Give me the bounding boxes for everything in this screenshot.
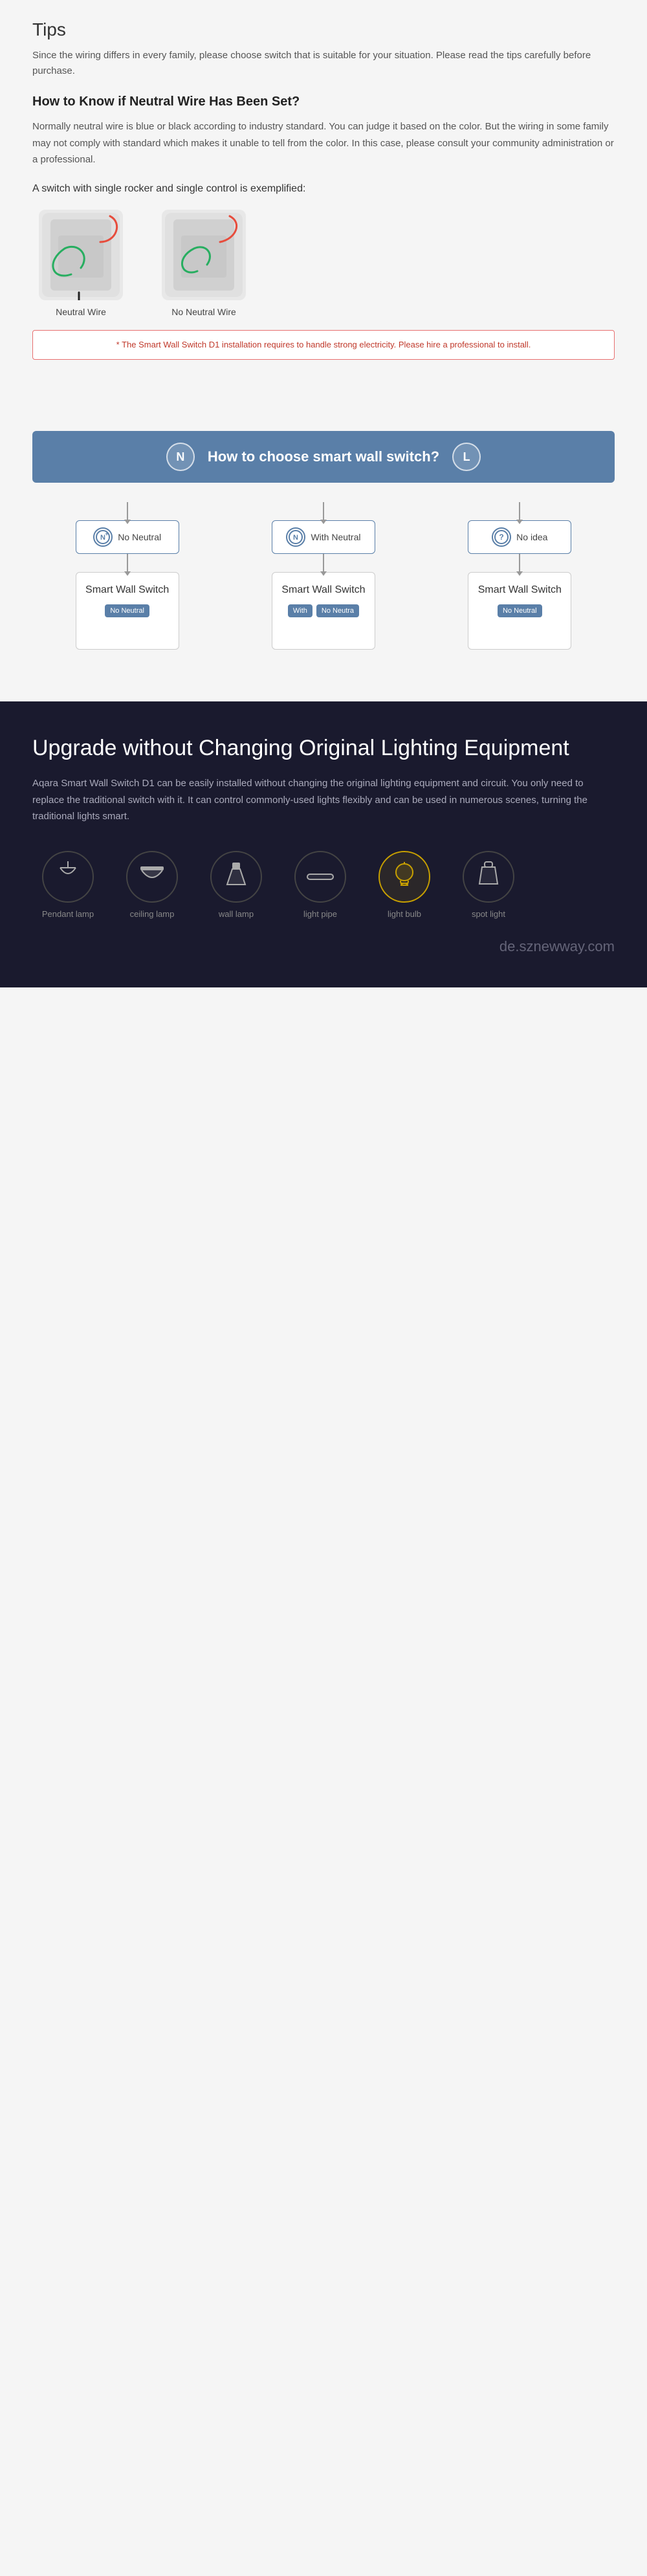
svg-text:?: ? (499, 533, 504, 542)
no-neutral-wire-switch-box (162, 210, 246, 300)
light-item-spot: spot light (453, 851, 524, 919)
option-box-no-idea: ? No idea (468, 520, 571, 554)
pendant-lamp-label: Pendant lamp (42, 909, 94, 919)
light-pipe-icon (294, 851, 346, 903)
flowchart: N + No Neutral Smart Wall Switch No Neut… (32, 502, 615, 650)
arrow-1 (127, 502, 128, 520)
tips-section: Tips Since the wiring differs in every f… (0, 0, 647, 418)
spot-light-label: spot light (472, 909, 505, 919)
no-neutral-option-label: No Neutral (118, 532, 161, 542)
arrow-5 (519, 502, 520, 520)
product-tags-2: With No Neutra (288, 604, 359, 617)
tips-title: Tips (32, 19, 615, 40)
spot-light-icon (463, 851, 514, 903)
product-box-no-idea: Smart Wall Switch No Neutral (468, 572, 571, 650)
light-pipe-label: light pipe (303, 909, 337, 919)
light-item-wall: wall lamp (201, 851, 272, 919)
light-bulb-icon (378, 851, 430, 903)
light-item-pipe: light pipe (285, 851, 356, 919)
ceiling-lamp-icon (126, 851, 178, 903)
product-box-with-neutral: Smart Wall Switch With No Neutra (272, 572, 375, 650)
arrow-4 (323, 554, 324, 572)
arrow-3 (323, 502, 324, 520)
tag-no-neutra: No Neutra (316, 604, 359, 617)
with-neutral-option-label: With Neutral (311, 532, 360, 542)
ceiling-lamp-label: ceiling lamp (130, 909, 175, 919)
wall-lamp-icon (210, 851, 262, 903)
tag-with: With (288, 604, 313, 617)
svg-text:N: N (293, 534, 298, 542)
arrow-2 (127, 554, 128, 572)
option-box-no-neutral: N + No Neutral (76, 520, 179, 554)
tips-body: Normally neutral wire is blue or black a… (32, 118, 615, 168)
no-neutral-icon: N + (93, 527, 113, 547)
flow-col-no-neutral: N + No Neutral Smart Wall Switch No Neut… (63, 502, 192, 650)
l-circle: L (452, 443, 481, 471)
no-neutral-wire-label: No Neutral Wire (171, 307, 236, 317)
product-name-3: Smart Wall Switch (478, 583, 562, 597)
product-tags-3: No Neutral (498, 604, 542, 617)
no-idea-icon: ? (492, 527, 511, 547)
site-watermark: de.sznewway.com (32, 932, 615, 962)
warning-text: * The Smart Wall Switch D1 installation … (46, 338, 601, 352)
n-circle: N (166, 443, 195, 471)
with-neutral-icon: N (286, 527, 305, 547)
product-tags-1: No Neutral (105, 604, 149, 617)
choose-banner-title: How to choose smart wall switch? (208, 448, 439, 465)
light-item-pendant: Pendant lamp (32, 851, 104, 919)
option-box-with-neutral: N With Neutral (272, 520, 375, 554)
no-neutral-wire-diagram: No Neutral Wire (162, 210, 246, 317)
upgrade-title: Upgrade without Changing Original Lighti… (32, 734, 615, 762)
tips-intro: Since the wiring differs in every family… (32, 48, 615, 79)
flow-col-no-idea: ? No idea Smart Wall Switch No Neutral (455, 502, 584, 650)
tag-no-neutral-3: No Neutral (498, 604, 542, 617)
switch-diagrams: Neutral Wire No Neutral Wire (32, 210, 615, 317)
flow-col-with-neutral: N With Neutral Smart Wall Switch With No… (259, 502, 388, 650)
arrow-6 (519, 554, 520, 572)
neutral-wire-label: Neutral Wire (56, 307, 106, 317)
no-idea-option-label: No idea (516, 532, 547, 542)
choose-banner: N How to choose smart wall switch? L (32, 431, 615, 483)
pendant-lamp-icon (42, 851, 94, 903)
wall-lamp-label: wall lamp (219, 909, 254, 919)
neutral-wire-diagram: Neutral Wire (39, 210, 123, 317)
light-item-bulb: light bulb (369, 851, 440, 919)
warning-box: * The Smart Wall Switch D1 installation … (32, 330, 615, 360)
tag-no-neutral: No Neutral (105, 604, 149, 617)
neutral-wire-switch-box (39, 210, 123, 300)
upgrade-section: Upgrade without Changing Original Lighti… (0, 701, 647, 987)
light-bulb-label: light bulb (388, 909, 421, 919)
watermark: de.sznewway.com (32, 932, 615, 962)
upgrade-body: Aqara Smart Wall Switch D1 can be easily… (32, 775, 615, 825)
tips-example-title: A switch with single rocker and single c… (32, 181, 615, 197)
product-box-no-neutral: Smart Wall Switch No Neutral (76, 572, 179, 650)
choose-section: N How to choose smart wall switch? L N +… (0, 418, 647, 701)
lights-grid: Pendant lamp ceiling lamp wall lamp (32, 851, 615, 919)
product-name-1: Smart Wall Switch (85, 583, 169, 597)
tips-subtitle: How to Know if Neutral Wire Has Been Set… (32, 94, 615, 109)
product-name-2: Smart Wall Switch (281, 583, 365, 597)
light-item-ceiling: ceiling lamp (116, 851, 188, 919)
svg-text:+: + (105, 531, 109, 537)
